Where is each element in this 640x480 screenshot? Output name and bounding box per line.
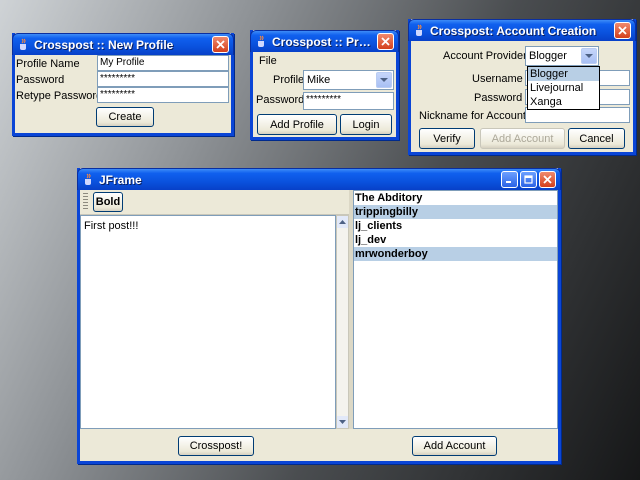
maximize-icon[interactable] — [520, 171, 537, 188]
editor-scrollbar[interactable] — [336, 215, 349, 429]
provider-option[interactable]: Blogger — [528, 67, 599, 81]
java-cup-icon — [82, 173, 94, 187]
jframe-titlebar[interactable]: JFrame — [77, 168, 561, 190]
login-titlebar[interactable]: Crosspost :: Profil... — [250, 30, 399, 52]
crosspost-button[interactable]: Crosspost! — [178, 436, 254, 456]
account-provider-label: Account Provider — [443, 50, 527, 62]
account-item[interactable]: The Abditory — [354, 191, 557, 205]
chevron-down-icon[interactable] — [581, 48, 597, 64]
account-provider-select[interactable]: Blogger — [525, 46, 599, 66]
create-button[interactable]: Create — [96, 107, 154, 127]
toolbar-grip-icon[interactable] — [83, 193, 88, 211]
username-label: Username — [472, 73, 523, 85]
password-input[interactable]: ********* — [97, 71, 229, 87]
jframe-window: JFrame Bold First post!!! The Abditory t… — [77, 168, 561, 464]
account-provider-value: Blogger — [529, 50, 567, 62]
java-cup-icon — [255, 35, 267, 49]
profile-name-label: Profile Name — [16, 58, 80, 70]
window-title: Crosspost: Account Creation — [430, 23, 597, 38]
account-provider-dropdown: Blogger Livejournal Xanga — [527, 66, 600, 110]
close-icon[interactable] — [614, 22, 631, 39]
provider-option[interactable]: Livejournal — [528, 81, 599, 95]
scroll-up-icon[interactable] — [337, 216, 348, 228]
verify-button[interactable]: Verify — [419, 128, 475, 149]
post-editor[interactable]: First post!!! — [80, 215, 336, 429]
chevron-down-icon[interactable] — [376, 72, 392, 88]
password-label: Password — [256, 94, 305, 106]
account-item[interactable]: lj_dev — [354, 233, 557, 247]
java-cup-icon — [413, 24, 425, 38]
account-item[interactable]: lj_clients — [354, 219, 557, 233]
provider-option[interactable]: Xanga — [528, 95, 599, 109]
password-label: Password — [474, 92, 523, 104]
account-creation-window: Crosspost: Account Creation Account Prov… — [408, 19, 636, 155]
close-icon[interactable] — [539, 171, 556, 188]
menu-file[interactable]: File — [259, 55, 277, 67]
account-item[interactable]: trippingbilly — [354, 205, 557, 219]
retype-password-label: Retype Password — [16, 90, 103, 102]
toolbar: Bold — [80, 190, 349, 215]
window-title: Crosspost :: Profil... — [272, 34, 375, 49]
bold-button[interactable]: Bold — [93, 192, 123, 212]
password-label: Password — [16, 74, 65, 86]
account-item[interactable]: mrwonderboy — [354, 247, 557, 261]
profile-select[interactable]: Mike — [303, 70, 394, 90]
profile-select-value: Mike — [307, 74, 331, 86]
java-cup-icon — [17, 38, 29, 52]
close-icon[interactable] — [377, 33, 394, 50]
account-creation-titlebar[interactable]: Crosspost: Account Creation — [408, 19, 636, 41]
login-window: Crosspost :: Profil... File Profile Mike… — [250, 30, 399, 140]
add-profile-button[interactable]: Add Profile — [257, 114, 337, 135]
editor-text: First post!!! — [84, 220, 139, 232]
login-button[interactable]: Login — [340, 114, 392, 135]
accounts-list: The Abditory trippingbilly lj_clients lj… — [353, 190, 558, 429]
profile-name-input[interactable]: My Profile — [97, 55, 229, 71]
password-input[interactable]: ********* — [303, 92, 394, 110]
window-title: Crosspost :: New Profile — [34, 37, 174, 52]
cancel-button[interactable]: Cancel — [568, 128, 625, 149]
new-profile-titlebar[interactable]: Crosspost :: New Profile — [12, 33, 234, 55]
profile-label: Profile — [273, 74, 305, 86]
close-icon[interactable] — [212, 36, 229, 53]
retype-password-input[interactable]: ********* — [97, 87, 229, 103]
scroll-down-icon[interactable] — [337, 416, 348, 428]
window-title: JFrame — [99, 172, 142, 187]
add-account-button[interactable]: Add Account — [412, 436, 497, 456]
nickname-label: Nickname for Account — [419, 110, 526, 122]
add-account-button[interactable]: Add Account — [480, 128, 565, 149]
minimize-icon[interactable] — [501, 171, 518, 188]
new-profile-window: Crosspost :: New Profile Profile Name My… — [12, 33, 234, 136]
